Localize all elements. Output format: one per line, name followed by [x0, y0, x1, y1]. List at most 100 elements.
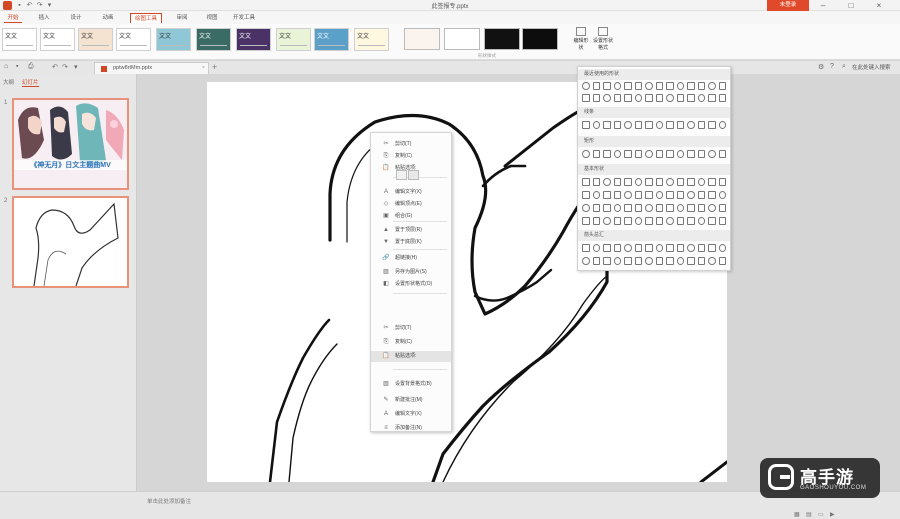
slideshow-icon[interactable]: ▶ [830, 511, 835, 518]
shape-option[interactable] [624, 82, 632, 90]
shape-option[interactable] [624, 191, 632, 199]
undo-icon[interactable]: ↶ [52, 63, 58, 71]
fill-style-thumb[interactable] [404, 28, 440, 50]
shape-option[interactable] [582, 204, 590, 212]
shape-option[interactable] [708, 150, 716, 158]
edit-shape-button[interactable]: 编辑形状 [572, 27, 590, 53]
save-icon[interactable]: ▪ [16, 63, 18, 70]
context-menu-item[interactable]: ✂ 剪切(T) [371, 139, 451, 150]
more-icon[interactable]: ▾ [74, 63, 78, 71]
shape-option[interactable] [687, 82, 695, 90]
shape-option[interactable] [666, 94, 674, 102]
shape-option[interactable] [708, 204, 716, 212]
context-menu-item[interactable]: ◧ 设置形状格式(O) [371, 279, 451, 290]
shape-option[interactable] [603, 82, 611, 90]
search-icon[interactable]: ⌕ [842, 63, 846, 71]
shape-option[interactable] [666, 191, 674, 199]
shape-option[interactable] [624, 94, 632, 102]
context-menu-item[interactable]: ✎ 新建批注(M) [371, 395, 451, 406]
login-button[interactable]: 未登录 [767, 0, 809, 11]
shape-option[interactable] [592, 121, 600, 129]
shape-option[interactable] [624, 178, 632, 186]
shape-option[interactable] [613, 94, 621, 102]
shape-option[interactable] [592, 150, 600, 158]
help-icon[interactable]: ? [830, 63, 834, 70]
shape-option[interactable] [634, 191, 642, 199]
shape-option[interactable] [687, 204, 695, 212]
shape-option[interactable] [718, 217, 726, 225]
restore-icon[interactable]: □ [840, 0, 862, 11]
shape-option[interactable] [697, 217, 705, 225]
shape-option[interactable] [676, 204, 684, 212]
shape-option[interactable] [697, 82, 705, 90]
shape-option[interactable] [582, 121, 590, 129]
shape-option[interactable] [666, 244, 674, 252]
tab-view[interactable]: 视图 [204, 13, 220, 23]
context-menu-item[interactable]: ▼ 置于底层(K) [371, 237, 451, 248]
tab-animation[interactable]: 动画 [100, 13, 116, 23]
tab-slides[interactable]: 幻灯片 [22, 78, 39, 87]
shape-option[interactable] [613, 178, 621, 186]
shape-option[interactable] [697, 204, 705, 212]
shape-option[interactable] [613, 217, 621, 225]
shape-option[interactable] [687, 121, 695, 129]
tab-developer[interactable]: 开发工具 [232, 13, 256, 23]
shape-option[interactable] [603, 178, 611, 186]
shape-option[interactable] [603, 244, 611, 252]
shape-style-thumb[interactable]: 文文 [276, 28, 311, 51]
shape-option[interactable] [708, 94, 716, 102]
shape-option[interactable] [592, 94, 600, 102]
normal-view-icon[interactable]: ▦ [794, 511, 800, 518]
shape-option[interactable] [687, 257, 695, 265]
shape-option[interactable] [613, 191, 621, 199]
shape-option[interactable] [634, 204, 642, 212]
shape-option[interactable] [708, 178, 716, 186]
shape-option[interactable] [687, 150, 695, 158]
tab-home[interactable]: 开始 [4, 13, 22, 23]
shape-style-thumb[interactable]: 文文 [2, 28, 37, 51]
shape-option[interactable] [634, 121, 642, 129]
shape-option[interactable] [634, 94, 642, 102]
shape-option[interactable] [655, 191, 663, 199]
shape-option[interactable] [666, 121, 674, 129]
shape-option[interactable] [603, 94, 611, 102]
shape-option[interactable] [708, 191, 716, 199]
shape-option[interactable] [603, 121, 611, 129]
paste-keep-format-icon[interactable] [396, 170, 407, 180]
shape-option[interactable] [708, 217, 716, 225]
shape-option[interactable] [592, 244, 600, 252]
shape-option[interactable] [603, 150, 611, 158]
close-icon[interactable]: × [868, 0, 890, 11]
home-icon[interactable]: ⌂ [4, 63, 8, 70]
shape-option[interactable] [634, 178, 642, 186]
shape-option[interactable] [624, 257, 632, 265]
shape-option[interactable] [634, 82, 642, 90]
shape-option[interactable] [582, 150, 590, 158]
shape-option[interactable] [687, 178, 695, 186]
shape-option[interactable] [582, 94, 590, 102]
shape-option[interactable] [655, 82, 663, 90]
shape-option[interactable] [634, 244, 642, 252]
shape-option[interactable] [592, 82, 600, 90]
context-menu-item[interactable]: ✂ 剪切(T) [371, 323, 451, 334]
fill-style-thumb[interactable] [484, 28, 520, 50]
shape-option[interactable] [655, 244, 663, 252]
shape-option[interactable] [708, 257, 716, 265]
shape-option[interactable] [718, 94, 726, 102]
shape-style-thumb[interactable]: 文文 [78, 28, 113, 51]
shape-option[interactable] [645, 257, 653, 265]
shape-style-thumb[interactable]: 文文 [116, 28, 151, 51]
reading-view-icon[interactable]: ▭ [818, 511, 824, 518]
fill-style-thumb[interactable] [522, 28, 558, 50]
shape-option[interactable] [676, 244, 684, 252]
shape-option[interactable] [645, 121, 653, 129]
tab-outline[interactable]: 大纲 [3, 78, 14, 86]
shape-option[interactable] [718, 244, 726, 252]
shape-option[interactable] [582, 178, 590, 186]
sorter-view-icon[interactable]: ▤ [806, 511, 812, 518]
shape-option[interactable] [582, 191, 590, 199]
shape-option[interactable] [666, 217, 674, 225]
context-menu-item[interactable]: ▧ 设置背景格式(B) [371, 379, 451, 390]
shape-option[interactable] [603, 191, 611, 199]
shape-option[interactable] [592, 178, 600, 186]
